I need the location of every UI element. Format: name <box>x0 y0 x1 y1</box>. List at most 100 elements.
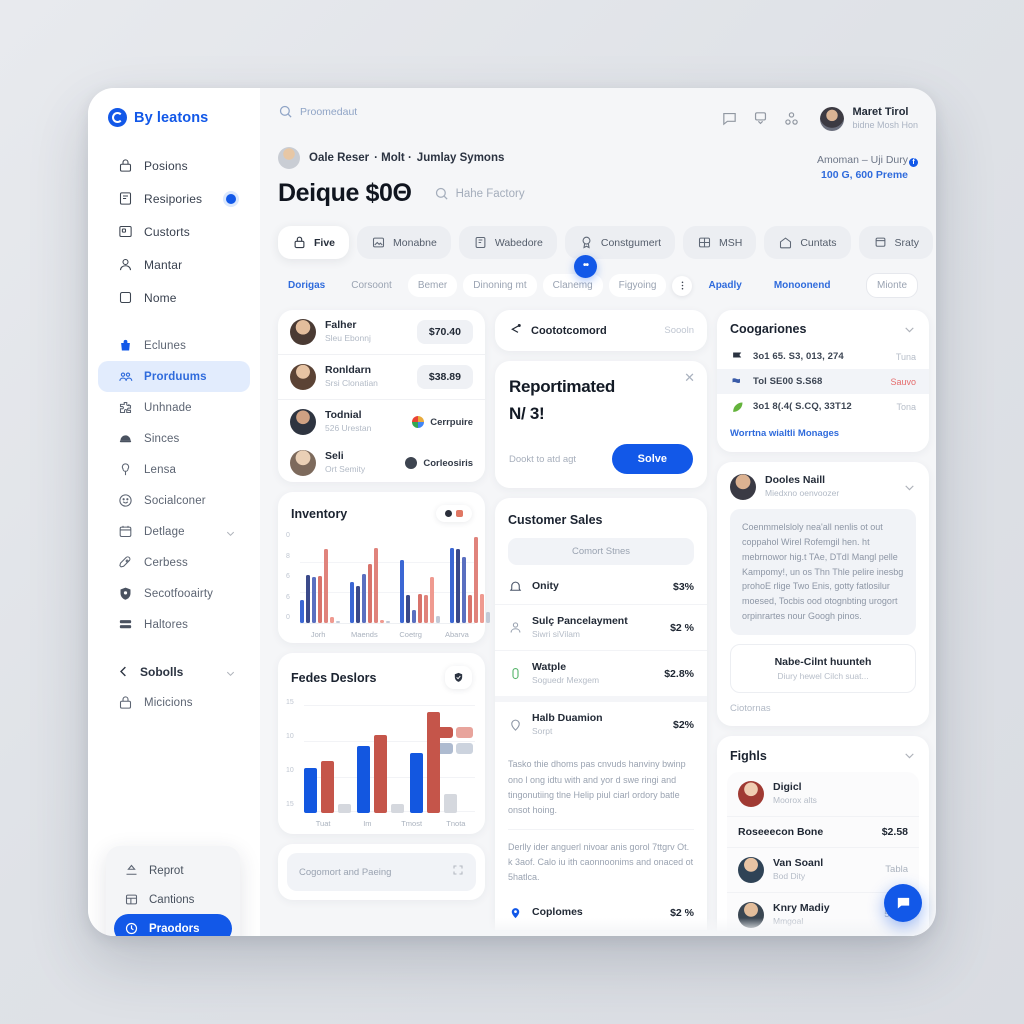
chip-clanemg[interactable]: Clanemg <box>542 274 603 297</box>
pill-five[interactable]: Five <box>278 226 350 259</box>
row-right: Tuna <box>895 351 916 362</box>
user-menu[interactable]: Maret Tirol bidne Mosh Hon <box>820 106 918 131</box>
list-item[interactable]: Halb Duamion Sorpt $2% <box>495 696 707 747</box>
row-subtitle: Moorox alts <box>773 794 817 805</box>
x-tick: Tmost <box>401 819 423 828</box>
y-axis: 15 10 10 15 <box>286 699 294 808</box>
pill-label: MSH <box>718 236 743 249</box>
sidebar-item-cerbess[interactable]: Cerbess <box>98 547 250 578</box>
chip-monoonend[interactable]: Monoonend <box>764 274 841 297</box>
sidebar-item-nome[interactable]: Nome <box>98 281 250 314</box>
sidebar-item-detlage[interactable]: Detlage <box>98 516 250 547</box>
list-item[interactable]: Watple Soguedr Mexgem $2.8% <box>495 650 707 696</box>
list-item[interactable]: Onity $3% <box>495 569 707 604</box>
chevron-down-icon[interactable] <box>903 481 916 494</box>
server-icon <box>118 617 133 632</box>
y-tick: 6 <box>286 593 290 601</box>
chip-active-indicator[interactable]: •• <box>574 255 597 278</box>
breadcrumb[interactable]: Proomedaut <box>278 104 357 119</box>
comparisons-link[interactable]: Worrtna wialtli Monages <box>717 419 929 452</box>
pill-monabne[interactable]: Monabne <box>357 226 451 259</box>
flyout-item-cantions[interactable]: Cantions <box>114 885 232 914</box>
sidebar-item-socialconer[interactable]: Socialconer <box>98 485 250 516</box>
sidebar-item-resipories[interactable]: Resipories <box>98 182 250 215</box>
list-item[interactable]: Van Soanl Bod Dity Tabla <box>727 846 919 892</box>
chip-corsoont[interactable]: Corsoont <box>341 274 402 297</box>
user-subtitle: bidne Mosh Hon <box>852 119 918 130</box>
expand-icon[interactable] <box>452 863 464 881</box>
bar <box>468 595 472 623</box>
header-search[interactable]: Hahe Factory <box>434 186 525 201</box>
list-item[interactable]: Deslte $3.15 <box>495 930 707 936</box>
bar <box>486 611 490 623</box>
pill-wabedore[interactable]: Wabedore <box>458 226 557 259</box>
flyout-item-praodors[interactable]: Praodors <box>114 914 232 936</box>
leaf-icon <box>730 400 745 413</box>
sidebar-item-custorts[interactable]: Custorts <box>98 215 250 248</box>
sidebar-item-sinces[interactable]: Sinces <box>98 423 250 454</box>
sidebar-item-micicions[interactable]: Micicions <box>98 687 250 718</box>
chevron-down-icon[interactable] <box>225 526 236 537</box>
download-icon[interactable] <box>752 110 769 127</box>
bottom-action-bar[interactable]: Cogomort and Paeing <box>287 853 476 891</box>
chip-mionte[interactable]: Mionte <box>865 273 918 298</box>
chevron-down-icon[interactable] <box>225 666 236 677</box>
sidebar-item-prorduums[interactable]: Prorduums <box>98 361 250 392</box>
list-item[interactable]: Sulç Pancelayment Siwri siVilam $2 % <box>495 604 707 650</box>
pill-cuntats[interactable]: Cuntats <box>764 226 851 259</box>
sidebar-back-sobolls[interactable]: Sobolls <box>98 656 250 687</box>
customer-sales-search[interactable]: Comort Stnes <box>508 538 694 565</box>
list-item[interactable]: Falher Sleu Ebonnj $70.40 <box>278 310 485 354</box>
comment-footer: Ciotornas <box>730 702 771 714</box>
chip-overflow-menu[interactable] <box>672 275 693 296</box>
chip-figyoing[interactable]: Figyoing <box>608 274 667 297</box>
list-item[interactable]: Seli Ort Semity Corleosiris <box>278 444 485 482</box>
sidebar-item-unhnade[interactable]: Unhnade <box>98 392 250 423</box>
bar <box>462 556 466 623</box>
message-icon[interactable] <box>721 110 738 127</box>
sidebar-item-haltores[interactable]: Haltores <box>98 609 250 640</box>
lock-icon <box>118 695 133 710</box>
table-row[interactable]: 3o1 65. S3, 013, 274 Tuna <box>717 344 929 369</box>
chevron-down-icon[interactable] <box>903 323 916 336</box>
chart-title: Fedes Deslors <box>291 670 377 685</box>
chevron-down-icon[interactable] <box>903 749 916 762</box>
sidebar-item-mantar[interactable]: Mantar <box>98 248 250 281</box>
flyout-item-reprot[interactable]: Reprot <box>114 856 232 885</box>
chip-dorigas[interactable]: Dorigas <box>278 274 335 297</box>
bar <box>318 576 322 623</box>
chart-legend-toggle[interactable] <box>436 505 472 522</box>
rocket-icon <box>118 555 133 570</box>
note-icon <box>118 191 133 206</box>
search-card[interactable]: Coototcomord Soooln <box>495 310 707 351</box>
share-icon <box>508 323 523 338</box>
sidebar-item-lensa[interactable]: Lensa <box>98 454 250 485</box>
close-icon[interactable]: ✕ <box>684 371 695 384</box>
table-row[interactable]: Roseeecon Bone $2.58 <box>727 815 919 847</box>
list-item[interactable]: Todnial 526 Urestan Cerrpuire <box>278 399 485 444</box>
solve-button[interactable]: Solve <box>611 444 693 474</box>
list-item[interactable]: Digicl Moorox alts <box>727 772 919 816</box>
bar-group <box>304 760 351 813</box>
table-row[interactable]: Tol SE00 S.S68 Sauvo <box>717 369 929 394</box>
sidebar-item-secotfooairty[interactable]: Secotfooairty <box>98 578 250 609</box>
comment-cta[interactable]: Nabe-Cilnt huunteh Diury hewel Cilch sua… <box>730 643 916 693</box>
pill-msh[interactable]: MSH <box>682 226 757 259</box>
chip-dinoning-mt[interactable]: Dinoning mt <box>463 274 537 297</box>
table-row[interactable]: 3o1 8(.4( S.CQ, 33T12 Tona <box>717 394 929 419</box>
pill-sraty[interactable]: Sraty <box>858 226 934 259</box>
check-shield-icon[interactable] <box>445 666 472 689</box>
sidebar-item-posions[interactable]: Posions <box>98 149 250 182</box>
x-axis: Jorh Maends Coetrg Abarva <box>300 630 475 639</box>
list-item[interactable]: Ronldarn Srsi Clonatian $38.89 <box>278 354 485 399</box>
bell-icon <box>508 579 523 594</box>
chat-fab-button[interactable] <box>884 884 922 922</box>
chip-bemer[interactable]: Bemer <box>407 274 458 297</box>
x-axis: Tuat Im Tmost Tnota <box>304 819 475 828</box>
sidebar-item-eclunes[interactable]: Eclunes <box>98 330 250 361</box>
pill-constgumert[interactable]: Constgumert <box>564 226 675 259</box>
list-item[interactable]: Coplomes $2 % <box>495 895 707 930</box>
team-icon[interactable] <box>783 110 800 127</box>
chip-apadly[interactable]: Apadly <box>698 274 751 297</box>
brand-logo[interactable]: By leatons <box>88 106 260 149</box>
